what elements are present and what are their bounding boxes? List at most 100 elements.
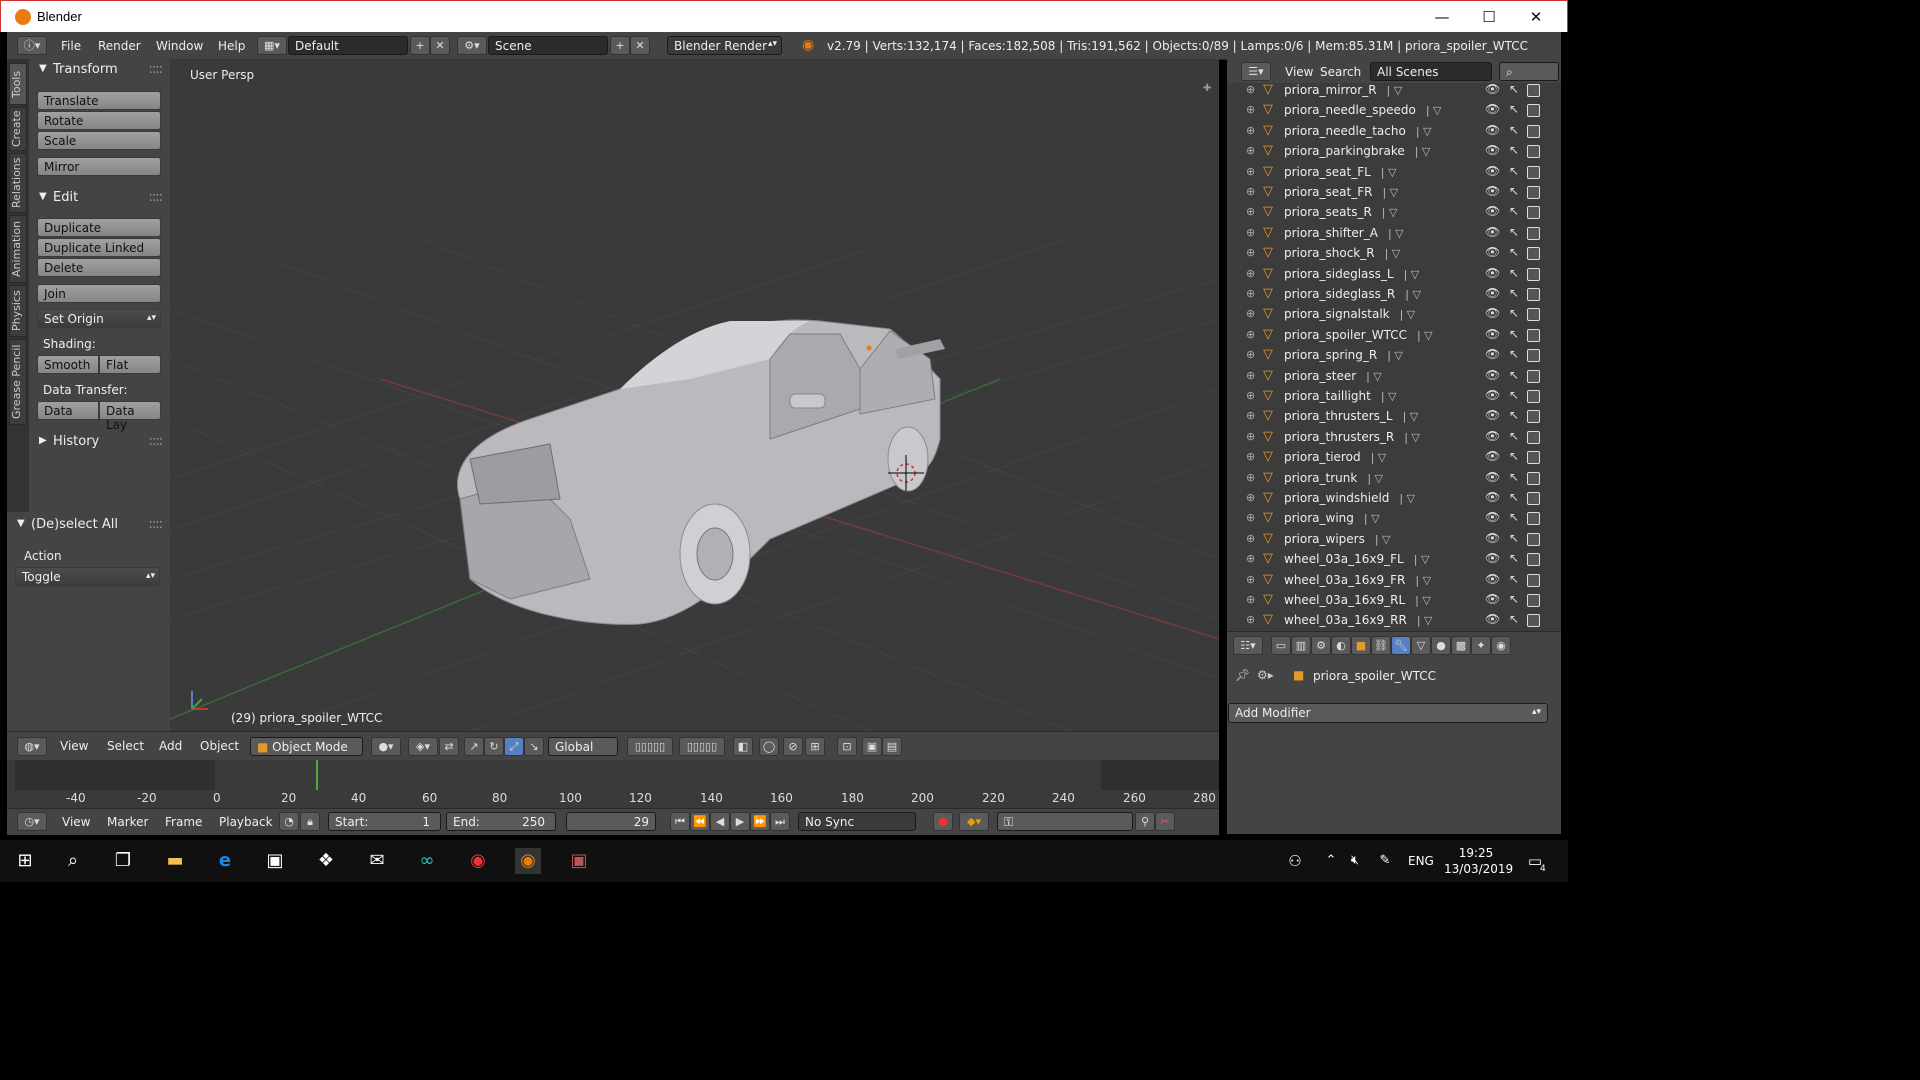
menu-render[interactable]: Render	[98, 39, 141, 53]
expand-plus-icon[interactable]: ⊕	[1246, 552, 1255, 565]
renderable-camera-icon[interactable]	[1527, 573, 1540, 587]
menu-view[interactable]: View	[62, 815, 90, 829]
edit-panel-header[interactable]: ▼ Edit ::::	[29, 187, 170, 209]
outliner-item-name[interactable]: wheel_03a_16x9_FL | ▽	[1284, 552, 1429, 566]
selectable-arrow-icon[interactable]: ↖	[1509, 470, 1519, 484]
tab-create[interactable]: Create	[9, 107, 27, 151]
scene-icon[interactable]: ⚙▾	[457, 36, 487, 55]
pivot-point-icon[interactable]: ◈▾	[408, 737, 438, 756]
physics-tab-icon[interactable]: ◉	[1491, 636, 1511, 655]
tab-tools[interactable]: Tools	[9, 63, 27, 105]
selectable-arrow-icon[interactable]: ↖	[1509, 266, 1519, 280]
editor-type-timeline-icon[interactable]: ◷▾	[17, 812, 47, 831]
visibility-eye-icon[interactable]: 👁︎	[1485, 612, 1500, 626]
data-layout-button[interactable]: Data Lay	[99, 401, 161, 432]
outliner-row[interactable]: ⊕ ▽ priora_trunk | ▽ 👁︎ ↖	[1227, 468, 1561, 488]
renderable-camera-icon[interactable]	[1527, 451, 1540, 465]
add-modifier-dropdown[interactable]: Add Modifier ▴▾	[1228, 703, 1548, 723]
selectable-arrow-icon[interactable]: ↖	[1509, 327, 1519, 341]
layout-icon[interactable]: ▦▾	[257, 36, 287, 55]
data-button[interactable]: Data	[37, 401, 99, 420]
outliner-row[interactable]: ⊕ ▽ priora_spoiler_WTCC | ▽ 👁︎ ↖	[1227, 325, 1561, 345]
renderable-camera-icon[interactable]	[1527, 512, 1540, 526]
lock-range-icon[interactable]: 🔒︎	[300, 812, 320, 831]
play-icon[interactable]: ▶	[730, 812, 750, 831]
lock-camera-icon[interactable]: ◧	[733, 737, 753, 756]
outliner-item-name[interactable]: priora_spring_R | ▽	[1284, 348, 1403, 362]
outliner-item-name[interactable]: priora_tierod | ▽	[1284, 450, 1386, 464]
outliner-row[interactable]: ⊕ ▽ priora_seats_R | ▽ 👁︎ ↖	[1227, 202, 1561, 222]
outliner-row[interactable]: ⊕ ▽ priora_needle_tacho | ▽ 👁︎ ↖	[1227, 121, 1561, 141]
snipping-tool-icon[interactable]: ▣	[566, 848, 592, 874]
selectable-arrow-icon[interactable]: ↖	[1509, 225, 1519, 239]
search-icon[interactable]: ⌕	[60, 848, 86, 874]
outliner-row[interactable]: ⊕ ▽ priora_spring_R | ▽ 👁︎ ↖	[1227, 345, 1561, 365]
expand-plus-icon[interactable]: ⊕	[1246, 409, 1255, 422]
sync-mode-select[interactable]: No Sync	[798, 812, 916, 831]
renderable-camera-icon[interactable]	[1527, 308, 1540, 322]
expand-plus-icon[interactable]: ⊕	[1246, 307, 1255, 320]
tab-relations[interactable]: Relations	[9, 153, 27, 213]
render-anim-icon[interactable]: ▤	[882, 737, 902, 756]
expand-plus-icon[interactable]: ⊕	[1246, 103, 1255, 116]
outliner-row[interactable]: ⊕ ▽ priora_wing | ▽ 👁︎ ↖	[1227, 508, 1561, 528]
blender-taskbar-icon[interactable]: ◉	[515, 848, 541, 874]
menu-marker[interactable]: Marker	[107, 815, 148, 829]
selectable-arrow-icon[interactable]: ↖	[1509, 184, 1519, 198]
visibility-eye-icon[interactable]: 👁︎	[1485, 592, 1500, 606]
renderable-camera-icon[interactable]	[1527, 430, 1540, 444]
outliner-row[interactable]: ⊕ ▽ priora_steer | ▽ 👁︎ ↖	[1227, 366, 1561, 386]
selectable-arrow-icon[interactable]: ↖	[1509, 510, 1519, 524]
smooth-button[interactable]: Smooth	[37, 355, 99, 374]
renderable-camera-icon[interactable]	[1527, 104, 1540, 118]
preview-range-icon[interactable]: ◔	[279, 812, 299, 831]
expand-plus-icon[interactable]: ⊕	[1246, 532, 1255, 545]
layers-grid-1[interactable]: ▯▯▯▯▯	[627, 737, 673, 756]
outliner-item-name[interactable]: priora_mirror_R | ▽	[1284, 83, 1402, 97]
menu-playback[interactable]: Playback	[219, 815, 273, 829]
selectable-arrow-icon[interactable]: ↖	[1509, 204, 1519, 218]
outliner-item-name[interactable]: priora_thrusters_R | ▽	[1284, 430, 1420, 444]
selectable-arrow-icon[interactable]: ↖	[1509, 245, 1519, 259]
visibility-eye-icon[interactable]: 👁︎	[1485, 368, 1500, 382]
outliner-item-name[interactable]: priora_spoiler_WTCC | ▽	[1284, 328, 1433, 342]
operator-panel-header[interactable]: ▼ (De)select All ::::	[7, 514, 170, 536]
renderable-camera-icon[interactable]	[1527, 492, 1540, 505]
expand-plus-icon[interactable]: ⊕	[1246, 573, 1255, 586]
outliner-row[interactable]: ⊕ ▽ priora_thrusters_R | ▽ 👁︎ ↖	[1227, 427, 1561, 447]
expand-plus-icon[interactable]: ⊕	[1246, 185, 1255, 198]
outliner-item-name[interactable]: priora_shock_R | ▽	[1284, 246, 1400, 260]
menu-search[interactable]: Search	[1320, 65, 1361, 79]
selectable-arrow-icon[interactable]: ↖	[1509, 102, 1519, 116]
visibility-eye-icon[interactable]: 👁︎	[1485, 204, 1500, 218]
translate-button[interactable]: Translate	[37, 91, 161, 110]
outliner-row[interactable]: ⊕ ▽ priora_shock_R | ▽ 👁︎ ↖	[1227, 243, 1561, 263]
current-frame-indicator[interactable]	[316, 760, 318, 790]
viewport-shading-icon[interactable]: ●▾	[371, 737, 401, 756]
outliner-row[interactable]: ⊕ ▽ priora_tierod | ▽ 👁︎ ↖	[1227, 447, 1561, 467]
renderable-camera-icon[interactable]	[1527, 328, 1540, 342]
selectable-arrow-icon[interactable]: ↖	[1509, 429, 1519, 443]
outliner-item-name[interactable]: wheel_03a_16x9_RR | ▽	[1284, 613, 1433, 627]
renderable-camera-icon[interactable]	[1527, 553, 1540, 567]
outliner-row[interactable]: ⊕ ▽ priora_wipers | ▽ 👁︎ ↖	[1227, 529, 1561, 549]
renderable-camera-icon[interactable]	[1527, 390, 1540, 403]
tray-chevron-icon[interactable]: ⌃	[1318, 848, 1344, 874]
close-button[interactable]: ✕	[1513, 5, 1559, 29]
menu-add[interactable]: Add	[159, 739, 182, 753]
outliner-item-name[interactable]: priora_thrusters_L | ▽	[1284, 409, 1418, 423]
outliner-item-name[interactable]: priora_wipers | ▽	[1284, 532, 1391, 546]
expand-plus-icon[interactable]: ⊕	[1246, 205, 1255, 218]
texture-tab-icon[interactable]: ▩	[1451, 636, 1471, 655]
maximize-button[interactable]: ☐	[1466, 5, 1512, 29]
insert-keyframe-icon[interactable]: ⚲	[1135, 812, 1155, 831]
outliner-row[interactable]: ⊕ ▽ wheel_03a_16x9_RL | ▽ 👁︎ ↖	[1227, 590, 1561, 610]
jump-start-icon[interactable]: ⏮	[670, 812, 690, 831]
visibility-eye-icon[interactable]: 👁︎	[1485, 286, 1500, 300]
renderable-camera-icon[interactable]	[1527, 532, 1540, 546]
remove-scene-icon[interactable]: ✕	[630, 36, 650, 55]
outliner-row[interactable]: ⊕ ▽ priora_shifter_A | ▽ 👁︎ ↖	[1227, 223, 1561, 243]
jump-end-icon[interactable]: ⏭	[770, 812, 790, 831]
delete-button[interactable]: Delete	[37, 258, 161, 277]
renderable-camera-icon[interactable]	[1527, 594, 1540, 607]
